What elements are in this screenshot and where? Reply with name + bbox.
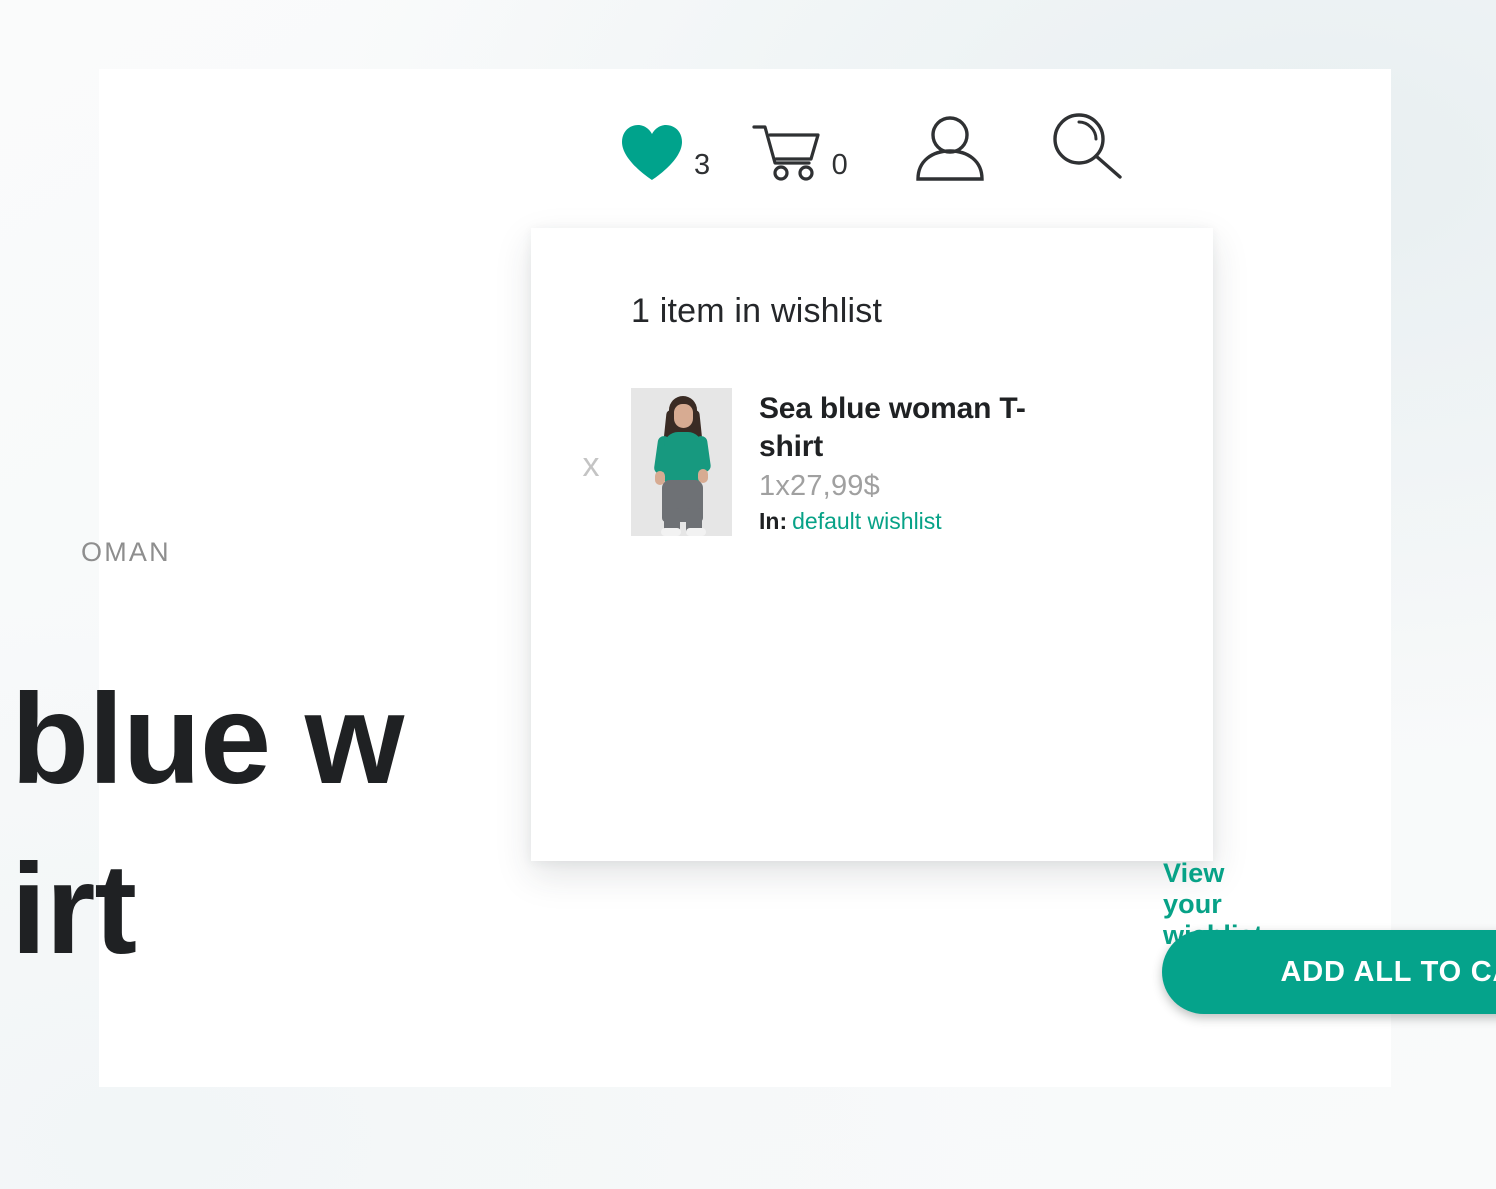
product-info: Sea blue woman T-shirt 1x27,99$ In: defau… <box>759 388 1059 535</box>
user-icon <box>910 115 990 183</box>
product-title-link[interactable]: Sea blue woman T-shirt <box>759 390 1059 467</box>
wishlist-dropdown-panel: 1 item in wishlist x Sea blue woman T-sh… <box>531 228 1496 1014</box>
wishlist-item-row: x Sea blue woman T-shirt 1x27,99$ In: def… <box>531 388 1213 536</box>
breadcrumb-category: OMAN <box>81 537 171 567</box>
remove-item-button[interactable]: x <box>561 446 621 485</box>
wishlist-heading: 1 item in wishlist <box>631 292 883 330</box>
wishlist-button[interactable]: 3 <box>619 123 711 183</box>
add-all-to-cart-button[interactable]: ADD ALL TO CART <box>1162 930 1496 1014</box>
header-icon-bar: 3 0 <box>619 111 1128 183</box>
cart-button[interactable]: 0 <box>751 121 849 183</box>
account-button[interactable] <box>910 115 990 183</box>
product-list-line: In: default wishlist <box>759 508 1059 535</box>
product-thumbnail[interactable] <box>631 388 732 536</box>
list-name-link[interactable]: default wishlist <box>792 508 942 534</box>
list-label: In: <box>759 507 788 534</box>
cart-count: 0 <box>831 149 849 181</box>
product-price: 1x27,99$ <box>759 469 880 502</box>
search-icon <box>1048 111 1128 183</box>
search-button[interactable] <box>1048 111 1128 183</box>
screen-backdrop: 3 0 OMAN blue w irt 1 item in wishlist x… <box>0 0 1496 1189</box>
heart-icon <box>619 123 685 183</box>
shopping-cart-icon <box>751 121 823 183</box>
wishlist-count: 3 <box>694 149 711 181</box>
